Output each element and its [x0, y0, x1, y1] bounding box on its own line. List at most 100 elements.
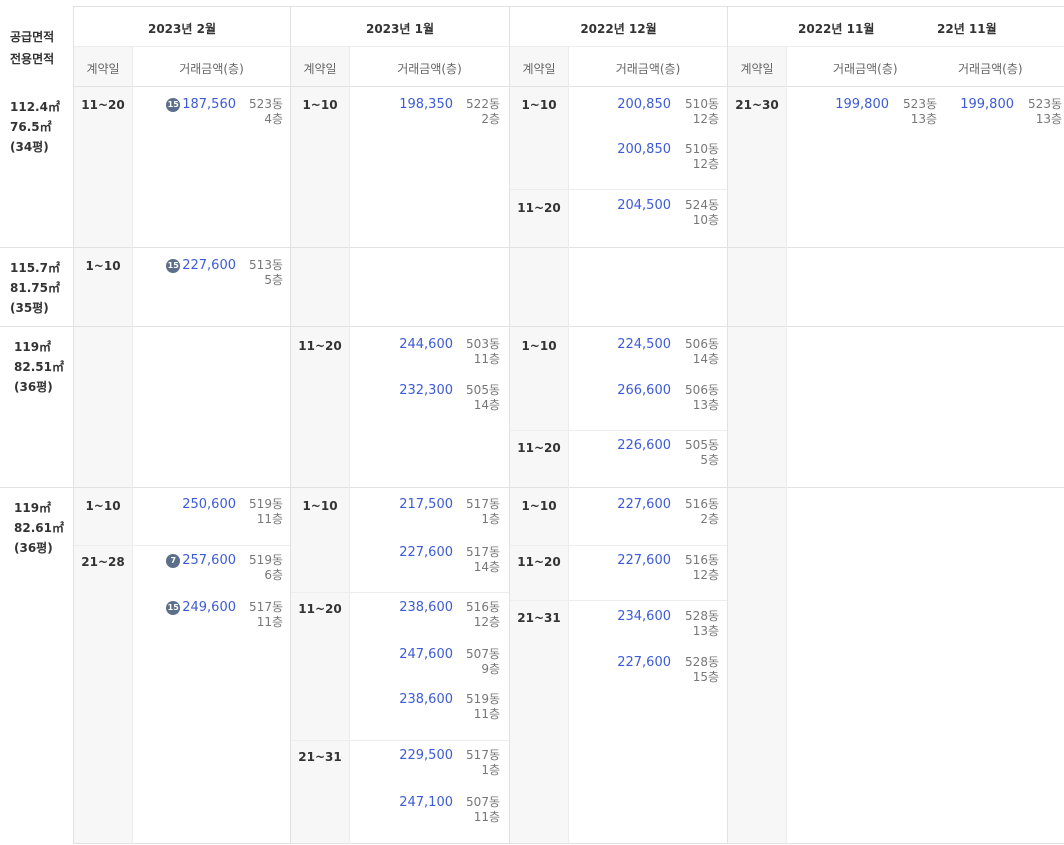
floor: 15층 [692, 670, 719, 684]
trade-price[interactable]: 238,600 [399, 600, 453, 615]
trade-location: 517동 1층 [466, 748, 500, 778]
floor: 14층 [692, 352, 719, 366]
trade-location: 507동 11층 [466, 795, 500, 825]
contract-day-header: 계약일 [522, 62, 556, 76]
trade-price[interactable]: 247,100 [399, 795, 453, 810]
dong: 503동 [466, 337, 500, 351]
area-cell: 112.4㎡ 76.5㎡ (34평) [10, 97, 60, 157]
trade-price-value: 238,600 [399, 600, 453, 615]
dong: 505동 [466, 383, 500, 397]
exclusive-area: 81.75㎡ [10, 281, 60, 295]
trade-location: 519동 11층 [249, 497, 283, 527]
price-header: 거래금액(층) [615, 62, 681, 76]
floor: 13층 [692, 398, 719, 412]
trade-price-value: 226,600 [617, 438, 671, 453]
contract-day: 1~10 [521, 339, 557, 353]
trade-price[interactable]: 204,500 [617, 198, 671, 213]
trade-price[interactable]: 227,600 [617, 497, 671, 512]
dong: 523동 [1028, 97, 1062, 111]
floor: 12층 [692, 112, 719, 126]
floor: 14층 [473, 398, 500, 412]
trade-price[interactable]: 200,850 [617, 142, 671, 157]
trade-location: 522동 2층 [466, 97, 500, 127]
area-cell: 119㎡ 82.61㎡ (36평) [14, 498, 64, 558]
dong: 519동 [466, 692, 500, 706]
dong: 517동 [466, 545, 500, 559]
month-header: 22년 11월 [937, 22, 997, 36]
trade-price[interactable]: 199,800 [835, 97, 889, 112]
dong: 523동 [249, 97, 283, 111]
dong: 507동 [466, 795, 500, 809]
price-header: 거래금액(층) [958, 62, 1023, 76]
dong: 506동 [685, 337, 719, 351]
dong: 519동 [249, 553, 283, 567]
floor: 12층 [473, 615, 500, 629]
trade-price-value: 247,600 [399, 647, 453, 662]
floor: 11층 [473, 352, 500, 366]
trade-location: 523동 4층 [249, 97, 283, 127]
trade-price[interactable]: 266,600 [617, 383, 671, 398]
trade-price[interactable]: 250,600 [182, 497, 236, 512]
contract-day: 1~10 [85, 499, 121, 513]
trade-price[interactable]: 232,300 [399, 383, 453, 398]
trade-price[interactable]: 227,600 [617, 655, 671, 670]
trade-location: 516동 12층 [466, 600, 500, 630]
dong: 516동 [685, 553, 719, 567]
trade-price-value: 227,600 [617, 655, 671, 670]
dong: 517동 [466, 497, 500, 511]
contract-day: 21~31 [517, 611, 561, 625]
trade-price[interactable]: 238,600 [399, 692, 453, 707]
floor: 11층 [256, 512, 283, 526]
contract-day: 1~10 [521, 98, 557, 112]
trade-price-value: 247,100 [399, 795, 453, 810]
contract-day: 11~20 [298, 339, 342, 353]
dong: 507동 [466, 647, 500, 661]
trade-price[interactable]: 227,600 [399, 545, 453, 560]
trade-price[interactable]: 227,600 [617, 553, 671, 568]
trade-location: 523동 13층 [903, 97, 937, 127]
floor: 13층 [692, 624, 719, 638]
floor: 11층 [473, 810, 500, 824]
floor: 2층 [700, 512, 719, 526]
trade-price[interactable]: 15 249,600 [166, 600, 236, 615]
dong: 510동 [685, 97, 719, 111]
trade-price[interactable]: 199,800 [960, 97, 1014, 112]
trade-price-value: 227,600 [617, 497, 671, 512]
trade-price-value: 227,600 [182, 258, 236, 273]
floor: 11층 [473, 707, 500, 721]
trade-price[interactable]: 224,500 [617, 337, 671, 352]
trade-location: 516동 2층 [685, 497, 719, 527]
trade-price[interactable]: 198,350 [399, 97, 453, 112]
price-header: 거래금액(층) [833, 62, 898, 76]
trade-price[interactable]: 200,850 [617, 97, 671, 112]
trade-location: 517동 14층 [466, 545, 500, 575]
trade-price-value: 244,600 [399, 337, 453, 352]
trade-price[interactable]: 217,500 [399, 497, 453, 512]
price-header: 거래금액(층) [397, 62, 462, 76]
floor: 11층 [256, 615, 283, 629]
supply-area: 119㎡ [14, 340, 52, 354]
contract-day: 21~31 [298, 750, 342, 764]
month-header: 2023년 2월 [147, 22, 216, 36]
trade-location: 513동 5층 [249, 258, 283, 288]
trade-location: 506동 14층 [685, 337, 719, 367]
trade-price[interactable]: 7 257,600 [166, 553, 236, 568]
pyeong: (35평) [10, 301, 49, 315]
trade-price-value: 238,600 [399, 692, 453, 707]
trade-price[interactable]: 15 227,600 [166, 258, 236, 273]
floor: 12층 [692, 568, 719, 582]
dong: 528동 [685, 655, 719, 669]
trade-price[interactable]: 15 187,560 [166, 97, 236, 112]
trade-price[interactable]: 234,600 [617, 609, 671, 624]
trade-price-value: 229,500 [399, 748, 453, 763]
floor: 2층 [481, 112, 500, 126]
trade-price[interactable]: 244,600 [399, 337, 453, 352]
trade-price[interactable]: 247,600 [399, 647, 453, 662]
dong: 513동 [249, 258, 283, 272]
contract-day: 1~10 [302, 499, 338, 513]
trade-price-value: 249,600 [182, 600, 236, 615]
contract-day-header: 계약일 [86, 62, 120, 76]
dong: 516동 [685, 497, 719, 511]
trade-price[interactable]: 229,500 [399, 748, 453, 763]
trade-price[interactable]: 226,600 [617, 438, 671, 453]
